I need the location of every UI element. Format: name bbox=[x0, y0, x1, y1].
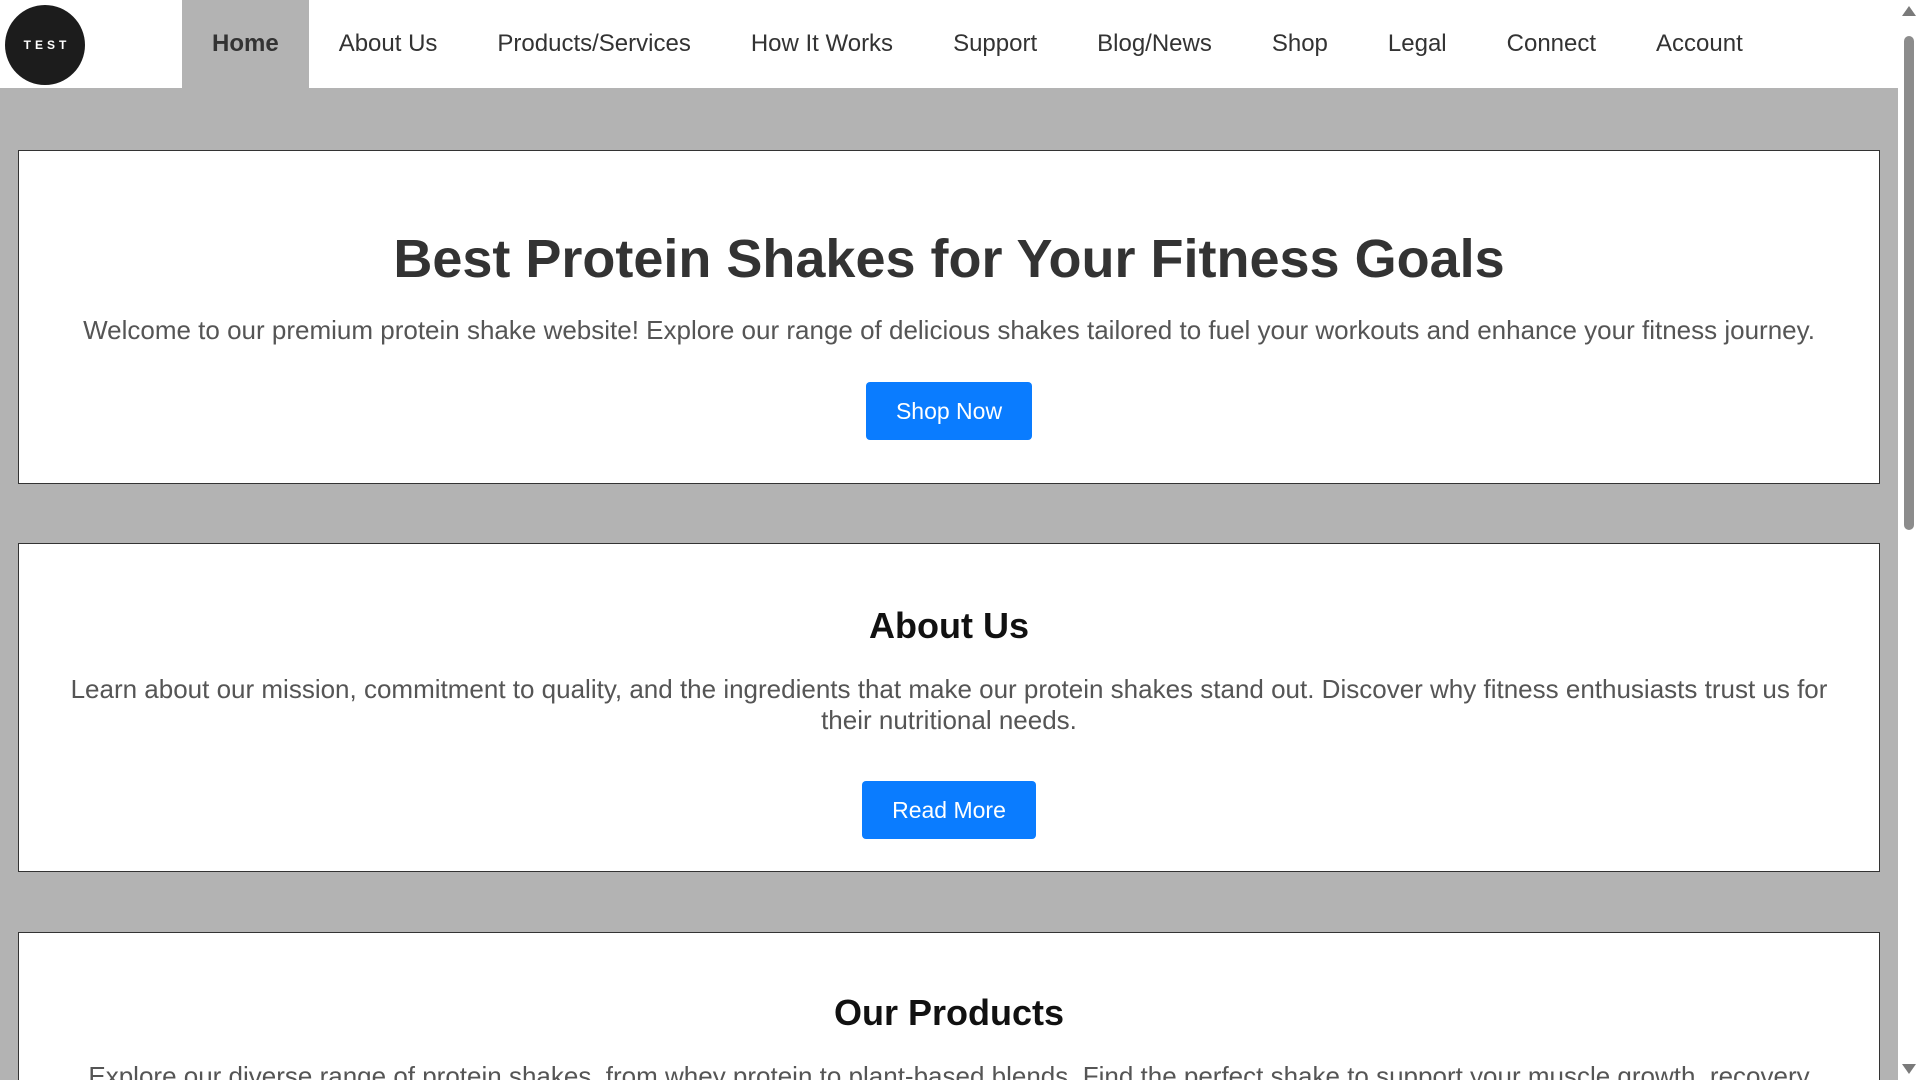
hero-description: Welcome to our premium protein shake web… bbox=[83, 315, 1815, 345]
hero-title: Best Protein Shakes for Your Fitness Goa… bbox=[393, 229, 1505, 289]
about-title: About Us bbox=[869, 605, 1029, 646]
nav-item-connect[interactable]: Connect bbox=[1477, 0, 1626, 88]
about-section: About Us Learn about our mission, commit… bbox=[18, 543, 1880, 872]
products-description: Explore our diverse range of protein sha… bbox=[88, 1061, 1810, 1080]
about-description: Learn about our mission, commitment to q… bbox=[70, 674, 1828, 735]
nav-item-support[interactable]: Support bbox=[923, 0, 1067, 88]
nav-item-how-it-works[interactable]: How It Works bbox=[721, 0, 923, 88]
nav-item-legal[interactable]: Legal bbox=[1358, 0, 1477, 88]
nav-item-shop[interactable]: Shop bbox=[1242, 0, 1358, 88]
vertical-scrollbar[interactable] bbox=[1898, 0, 1920, 1080]
scroll-down-arrow-icon[interactable] bbox=[1902, 1064, 1916, 1074]
scrollbar-thumb[interactable] bbox=[1904, 36, 1914, 530]
top-navigation: TEST Home About Us Products/Services How… bbox=[0, 0, 1898, 88]
nav-item-home[interactable]: Home bbox=[182, 0, 309, 88]
products-title: Our Products bbox=[833, 992, 1065, 1033]
nav-item-about-us[interactable]: About Us bbox=[309, 0, 468, 88]
nav-item-account[interactable]: Account bbox=[1626, 0, 1773, 88]
nav-item-blog-news[interactable]: Blog/News bbox=[1067, 0, 1242, 88]
products-section: Our Products Explore our diverse range o… bbox=[18, 932, 1880, 1080]
scroll-up-arrow-icon[interactable] bbox=[1902, 6, 1916, 16]
shop-now-button[interactable]: Shop Now bbox=[865, 382, 1033, 440]
nav-item-products-services[interactable]: Products/Services bbox=[467, 0, 720, 88]
read-more-button[interactable]: Read More bbox=[862, 781, 1036, 839]
nav-menu: Home About Us Products/Services How It W… bbox=[182, 0, 1773, 88]
logo[interactable]: TEST bbox=[5, 5, 85, 85]
hero-section: Best Protein Shakes for Your Fitness Goa… bbox=[18, 150, 1880, 484]
